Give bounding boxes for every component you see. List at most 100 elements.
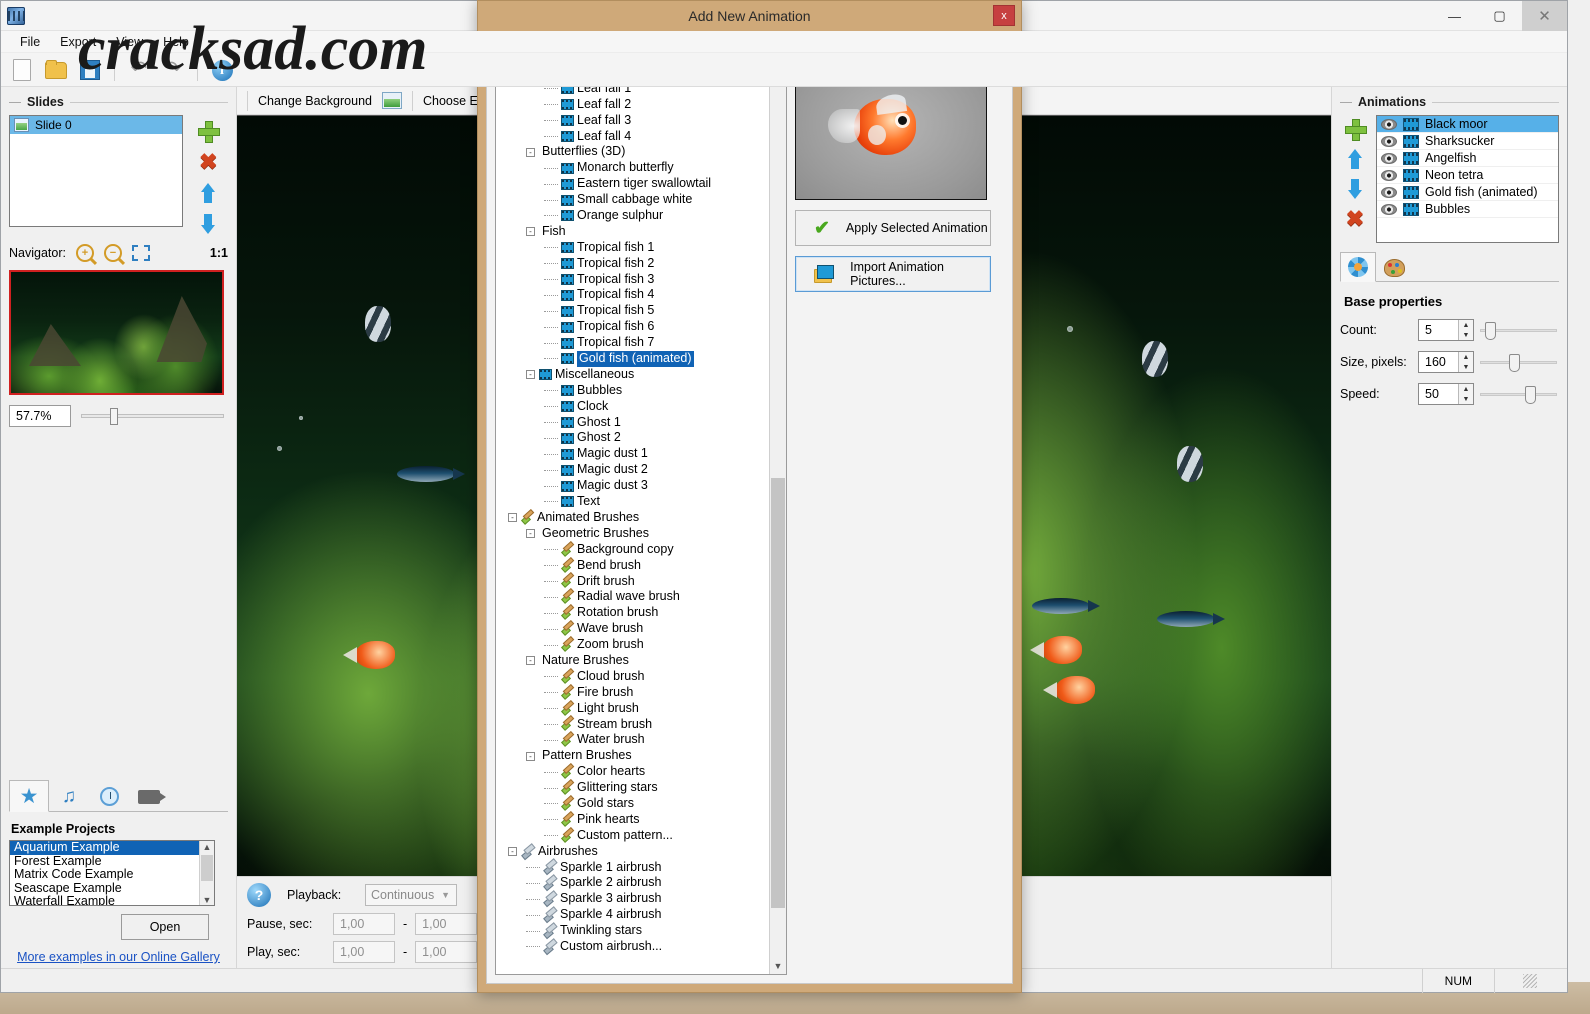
open-example-button[interactable]: Open: [121, 914, 209, 940]
slider-thumb[interactable]: [1509, 354, 1520, 372]
tree-item[interactable]: Magic dust 2: [500, 462, 769, 478]
scroll-down-icon[interactable]: ▼: [200, 894, 214, 906]
list-item[interactable]: Black moor: [1377, 116, 1558, 133]
list-item[interactable]: Matrix Code Example: [10, 868, 214, 882]
image-picker-icon[interactable]: [382, 92, 402, 109]
open-folder-icon[interactable]: [43, 57, 69, 83]
tree-item[interactable]: -Animated Brushes: [500, 510, 769, 526]
redo-icon[interactable]: ↷: [160, 57, 186, 83]
scrollbar-thumb[interactable]: [771, 478, 785, 908]
visibility-eye-icon[interactable]: [1381, 136, 1397, 147]
tree-item[interactable]: Leaf fall 4: [500, 129, 769, 145]
tree-item[interactable]: Glittering stars: [500, 780, 769, 796]
visibility-eye-icon[interactable]: [1381, 187, 1397, 198]
new-document-icon[interactable]: [9, 57, 35, 83]
list-item[interactable]: Seascape Example: [10, 882, 214, 896]
tree-item[interactable]: Tropical fish 2: [500, 256, 769, 272]
tree-expander-icon[interactable]: -: [526, 370, 535, 379]
play-to-input[interactable]: 1,00: [415, 941, 477, 963]
play-from-input[interactable]: 1,00: [333, 941, 395, 963]
menu-view[interactable]: View: [107, 33, 152, 51]
tree-item[interactable]: Bubbles: [500, 383, 769, 399]
tree-item[interactable]: Tropical fish 1: [500, 240, 769, 256]
tree-item[interactable]: Wave brush: [500, 621, 769, 637]
zoom-in-icon[interactable]: +: [76, 244, 94, 262]
spinner-up-icon[interactable]: ▲: [1459, 352, 1473, 362]
tree-item[interactable]: Small cabbage white: [500, 192, 769, 208]
example-list-scrollbar[interactable]: ▲ ▼: [199, 841, 214, 906]
tree-expander-icon[interactable]: -: [526, 656, 535, 665]
tree-item[interactable]: Gold stars: [500, 796, 769, 812]
tree-item[interactable]: -Butterflies (3D): [500, 144, 769, 160]
tree-item[interactable]: Tropical fish 3: [500, 272, 769, 288]
navigator-preview[interactable]: [9, 270, 224, 395]
tab-timing[interactable]: [89, 780, 129, 812]
minimize-button[interactable]: —: [1432, 1, 1477, 31]
undo-icon[interactable]: ↶: [126, 57, 152, 83]
list-item[interactable]: Sharksucker: [1377, 133, 1558, 150]
tree-item[interactable]: Magic dust 1: [500, 446, 769, 462]
tree-item[interactable]: -Geometric Brushes: [500, 526, 769, 542]
tree-item[interactable]: Background copy: [500, 542, 769, 558]
slides-list[interactable]: Slide 0: [9, 115, 183, 227]
tree-item[interactable]: Twinkling stars: [500, 923, 769, 939]
fit-to-window-icon[interactable]: [132, 245, 150, 261]
tab-colors[interactable]: [1376, 252, 1412, 282]
help-icon[interactable]: ?: [247, 883, 271, 907]
dialog-close-button[interactable]: x: [993, 5, 1015, 26]
tree-item[interactable]: Leaf fall 3: [500, 113, 769, 129]
move-slide-down-button[interactable]: [198, 214, 218, 234]
visibility-eye-icon[interactable]: [1381, 119, 1397, 130]
tree-expander-icon[interactable]: -: [526, 227, 535, 236]
maximize-button[interactable]: ▢: [1477, 1, 1522, 31]
tab-video[interactable]: [129, 780, 169, 812]
tree-item[interactable]: Light brush: [500, 701, 769, 717]
tree-item[interactable]: Radial wave brush: [500, 589, 769, 605]
tree-item[interactable]: Ghost 1: [500, 415, 769, 431]
list-item[interactable]: Forest Example: [10, 855, 214, 869]
tree-item[interactable]: Drift brush: [500, 574, 769, 590]
tab-music[interactable]: ♫: [49, 780, 89, 812]
tab-properties[interactable]: [1340, 252, 1376, 282]
tree-item[interactable]: -Miscellaneous: [500, 367, 769, 383]
list-item[interactable]: Angelfish: [1377, 150, 1558, 167]
count-stepper[interactable]: 5 ▲▼: [1418, 319, 1474, 341]
tree-expander-icon[interactable]: -: [526, 148, 535, 157]
tree-item[interactable]: Tropical fish 5: [500, 303, 769, 319]
tree-item[interactable]: Ghost 2: [500, 430, 769, 446]
tree-item[interactable]: Custom pattern...: [500, 828, 769, 844]
online-gallery-link[interactable]: More examples in our Online Gallery: [9, 950, 228, 964]
tree-item[interactable]: -Pattern Brushes: [500, 748, 769, 764]
save-icon[interactable]: [77, 57, 103, 83]
count-slider[interactable]: [1480, 329, 1557, 332]
visibility-eye-icon[interactable]: [1381, 153, 1397, 164]
menu-file[interactable]: File: [11, 33, 49, 51]
list-item[interactable]: Slide 0: [10, 116, 182, 134]
size-stepper[interactable]: 160 ▲▼: [1418, 351, 1474, 373]
zoom-out-icon[interactable]: −: [104, 244, 122, 262]
tree-item[interactable]: Text: [500, 494, 769, 510]
pause-to-input[interactable]: 1,00: [415, 913, 477, 935]
visibility-eye-icon[interactable]: [1381, 204, 1397, 215]
tree-item[interactable]: Sparkle 1 airbrush: [500, 860, 769, 876]
tree-expander-icon[interactable]: -: [526, 752, 535, 761]
info-icon[interactable]: i: [209, 57, 235, 83]
tree-item[interactable]: Bend brush: [500, 558, 769, 574]
change-background-button[interactable]: Change Background: [258, 94, 372, 108]
add-animation-button[interactable]: [1345, 119, 1365, 139]
spinner-down-icon[interactable]: ▼: [1459, 330, 1473, 340]
tab-effects[interactable]: ★: [9, 780, 49, 812]
example-projects-list[interactable]: Aquarium Example Forest Example Matrix C…: [9, 840, 215, 906]
animation-tree[interactable]: -Leaf Fall (3D)Leaf fall 1Leaf fall 2Lea…: [496, 63, 769, 974]
animations-list[interactable]: Black moor Sharksucker Angelfish: [1376, 115, 1559, 243]
list-item[interactable]: Gold fish (animated): [1377, 184, 1558, 201]
tree-item[interactable]: Clock: [500, 399, 769, 415]
tree-item[interactable]: Magic dust 3: [500, 478, 769, 494]
menu-help[interactable]: Help: [154, 33, 198, 51]
zoom-slider-thumb[interactable]: [110, 408, 118, 425]
spinner-down-icon[interactable]: ▼: [1459, 394, 1473, 404]
scroll-down-icon[interactable]: ▼: [770, 958, 786, 974]
tree-item[interactable]: Fire brush: [500, 685, 769, 701]
slider-thumb[interactable]: [1525, 386, 1536, 404]
speed-stepper[interactable]: 50 ▲▼: [1418, 383, 1474, 405]
